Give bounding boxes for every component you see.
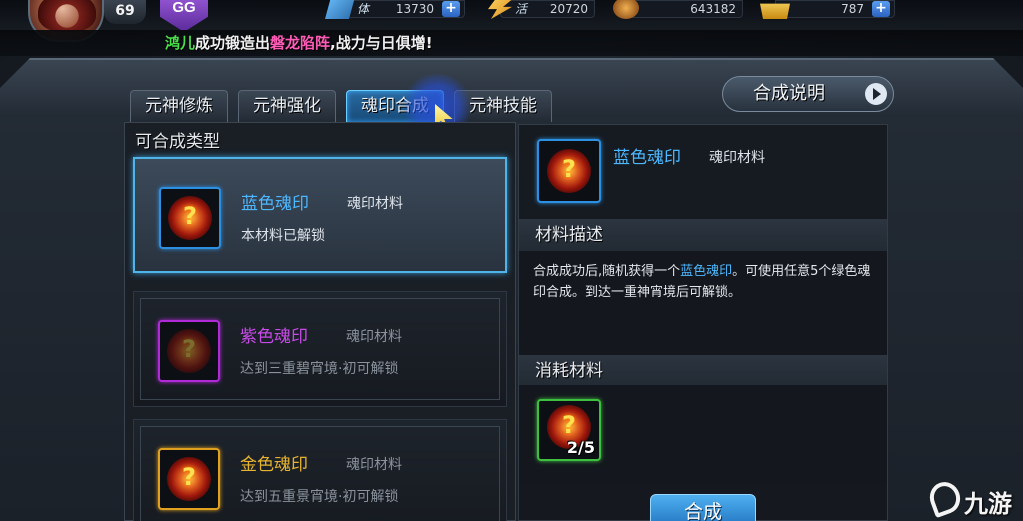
coin-value: 643182: [690, 2, 736, 16]
list-item-blue-seal[interactable]: ? 蓝色魂印 魂印材料 本材料已解锁: [133, 157, 507, 273]
item-category: 魂印材料: [347, 196, 403, 212]
stamina-label: 体: [357, 2, 370, 16]
help-button-label: 合成说明: [753, 83, 825, 104]
synthesis-type-list: 可合成类型 ? 蓝色魂印 魂印材料 本材料已解锁 ? 紫色魂印 魂印材料 达到三…: [124, 122, 516, 521]
consume-title: 消耗材料: [519, 355, 887, 387]
detail-panel: ? 蓝色魂印 魂印材料 材料描述 合成成功后,随机获得一个蓝色魂印。可使用任意5…: [518, 124, 888, 521]
item-name: 蓝色魂印: [241, 194, 309, 214]
gold-resource: 787 +: [760, 0, 895, 19]
energy-resource: 活 20720: [488, 0, 595, 19]
add-stamina-button[interactable]: +: [442, 1, 460, 17]
tab-spirit-enhance[interactable]: 元神强化: [238, 90, 336, 122]
list-item-gold-seal[interactable]: ? 金色魂印 魂印材料 达到五重景宵境·初可解锁: [133, 419, 507, 521]
tab-spirit-cultivation[interactable]: 元神修炼: [130, 90, 228, 122]
stamina-resource: 体 13730 +: [325, 0, 465, 19]
description-title: 材料描述: [519, 219, 887, 251]
avatar-portrait: [38, 0, 96, 32]
watermark: 九游: [925, 477, 1023, 520]
detail-category: 魂印材料: [709, 150, 765, 166]
blue-seal-icon: ?: [537, 139, 601, 203]
stamina-icon: [325, 0, 355, 19]
combine-button[interactable]: 合成: [650, 494, 756, 521]
list-item-purple-seal[interactable]: ? 紫色魂印 魂印材料 达到三重碧宵境·初可解锁: [133, 291, 507, 407]
item-status: 本材料已解锁: [241, 228, 325, 244]
announce-text-1: 成功锻造出: [195, 34, 271, 52]
desc-highlight: 蓝色魂印: [680, 264, 733, 279]
player-level: 69: [104, 0, 146, 24]
item-status: 达到五重景宵境·初可解锁: [240, 489, 399, 505]
tab-bar: 元神修炼 元神强化 魂印合成 元神技能: [130, 90, 552, 122]
arrow-right-icon: [865, 83, 887, 105]
gold-value: 787: [841, 2, 864, 16]
material-slot[interactable]: ? 2/5: [537, 399, 601, 461]
energy-value: 20720: [549, 2, 588, 16]
item-status: 达到三重碧宵境·初可解锁: [240, 361, 399, 377]
list-title: 可合成类型: [135, 132, 220, 152]
detail-header: ? 蓝色魂印 魂印材料: [519, 125, 887, 219]
consume-materials: ? 2/5: [519, 385, 887, 485]
item-category: 魂印材料: [346, 329, 402, 345]
description-text: 合成成功后,随机获得一个蓝色魂印。可使用任意5个绿色魂印合成。到达一重神宵境后可…: [519, 251, 887, 355]
announce-item: 磐龙陷阵: [270, 34, 331, 52]
coin-icon: [613, 0, 639, 19]
energy-label: 活: [515, 2, 528, 16]
material-count: 2/5: [566, 438, 595, 457]
announcement-bar: [0, 30, 1023, 56]
synthesis-help-button[interactable]: 合成说明: [722, 76, 894, 112]
announce-player: 鸿儿: [165, 34, 196, 52]
desc-part-1: 合成成功后,随机获得一个: [533, 264, 681, 279]
purple-seal-icon: ?: [158, 320, 220, 382]
coin-resource: 643182: [613, 0, 743, 19]
item-name: 金色魂印: [240, 455, 308, 475]
stamina-value: 13730: [395, 2, 434, 16]
gold-seal-icon: ?: [158, 448, 220, 510]
detail-name: 蓝色魂印: [613, 148, 681, 168]
blue-seal-icon: ?: [159, 187, 221, 249]
nine-game-logo-icon: [925, 477, 965, 519]
announce-text-2: ,战力与日俱增!: [330, 34, 433, 52]
item-category: 魂印材料: [346, 457, 402, 473]
add-gold-button[interactable]: +: [872, 1, 890, 17]
announcement: 鸿儿成功锻造出磐龙陷阵,战力与日俱增!: [165, 32, 433, 54]
item-name: 紫色魂印: [240, 327, 308, 347]
watermark-text: 九游: [964, 490, 1012, 518]
